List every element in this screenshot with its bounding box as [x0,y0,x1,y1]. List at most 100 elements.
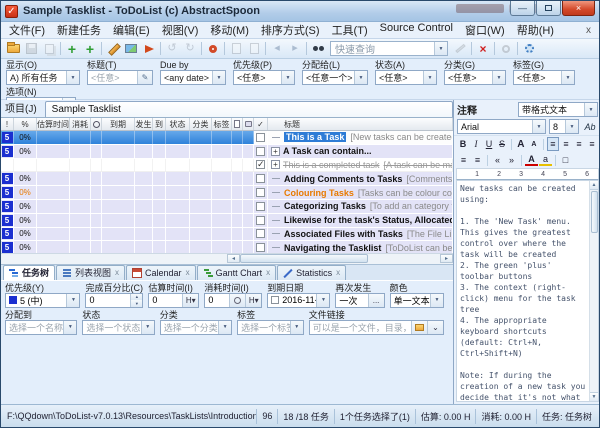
chevron-down-icon[interactable]: ▼ [492,71,505,84]
column-header-到期[interactable]: 到期 [102,118,135,130]
chevron-down-icon[interactable]: ▼ [290,321,303,334]
flag-icon[interactable] [140,40,158,57]
vertical-scrollbar[interactable]: ▲ ▼ [589,181,598,401]
column-header-lock[interactable] [243,118,254,130]
undo-icon[interactable]: ↺ [163,40,181,57]
task-checkbox[interactable] [256,133,265,142]
menubar-close-icon[interactable]: x [580,25,597,36]
chevron-down-icon[interactable]: ▼ [281,71,294,84]
menu-item[interactable]: 移动(M) [204,21,255,39]
copy-icon[interactable] [40,40,58,57]
menu-item[interactable]: 视图(V) [156,21,205,39]
tab-close-icon[interactable]: x [186,268,190,277]
time-unit-button[interactable]: H▾ [182,294,198,307]
chevron-down-icon[interactable]: ▼ [584,103,597,116]
scroll-up-icon[interactable]: ▲ [590,181,599,190]
menu-item[interactable]: 窗口(W) [459,21,511,39]
image-icon[interactable] [122,40,140,57]
task-row[interactable]: 50%Adding Comments to Tasks[Comments are… [1,172,453,186]
menu-item[interactable]: 工具(T) [326,21,374,39]
font-size-select[interactable]: 8 ▼ [549,119,579,134]
fill-color-icon[interactable]: a [539,154,552,166]
column-header-%[interactable]: % [14,118,37,130]
table-header[interactable]: !%估算时间消耗到期发生到状态分类标签✓标题 [1,117,453,131]
chevron-down-icon[interactable]: ▼ [430,294,443,307]
tab-任务树[interactable]: 任务树 [3,265,55,280]
spinner[interactable]: ▲▼ [130,294,142,307]
chevron-down-icon[interactable]: ▼ [354,71,367,84]
menu-item[interactable]: 编辑(E) [107,21,156,39]
column-header-✓[interactable]: ✓ [254,118,268,130]
chevron-down-icon[interactable]: ▼ [434,42,447,55]
view-link-button[interactable]: ⌄ [427,321,443,334]
font-style-button[interactable]: Ab [582,120,598,134]
filter-select[interactable]: <任意一个>▼ [302,70,368,85]
task-checkbox[interactable] [256,229,265,238]
shrink-font-icon[interactable]: A [528,137,540,151]
comments-text[interactable]: New tasks can be created using: 1. The '… [460,183,587,401]
attribute-field-select[interactable]: 选择一个分类▼ [160,320,232,335]
tab-列表视图[interactable]: 列表视图x [56,265,125,280]
attribute-field-recur[interactable]: 一次... [335,293,384,308]
attribute-field-filelink[interactable]: 可以是一个文件，目录，网址，邮件或任务树⌄ [309,320,444,335]
maximize-tasklist-icon[interactable] [227,40,245,57]
grow-font-icon[interactable]: A [515,137,527,151]
back-icon[interactable]: ◂ [268,40,286,57]
chevron-down-icon[interactable]: ▼ [423,71,436,84]
paste-special-icon[interactable]: □ [559,153,572,167]
filter-title-input[interactable]: <任意>✎ [87,70,153,85]
time-track-icon[interactable] [497,40,515,57]
attribute-field-select[interactable]: 选择一个状态▼ [82,320,154,335]
column-header-标签[interactable]: 标签 [212,118,232,130]
tab-Statistics[interactable]: Statisticsx [277,265,346,280]
quick-search-input[interactable]: 快速查询 ▼ [330,41,448,56]
preferences-icon[interactable] [520,40,538,57]
chevron-down-icon[interactable]: ▼ [316,294,329,307]
task-checkbox[interactable] [256,188,265,197]
chevron-down-icon[interactable]: ▼ [63,321,76,334]
bold-icon[interactable]: B [457,137,469,151]
attribute-field-spin[interactable]: 0▲▼ [85,293,143,308]
numbered-list-icon[interactable]: ≡ [471,153,484,167]
menu-item[interactable]: 帮助(H) [511,21,560,39]
filter-select[interactable]: <任意>▼ [233,70,295,85]
tab-Gantt Chart[interactable]: Gantt Chartx [197,265,277,280]
filter-select[interactable]: <任意>▼ [375,70,437,85]
font-color-icon[interactable]: A [525,154,538,166]
task-checkbox[interactable] [256,147,265,156]
recurrence-button[interactable]: ... [368,294,384,307]
tab-close-icon[interactable]: x [266,268,270,277]
attribute-field-select[interactable]: 选择一个名称▼ [5,320,77,335]
scroll-right-icon[interactable]: ▸ [440,254,453,263]
attribute-field-select[interactable]: 选择一个标签▼ [237,320,304,335]
task-row[interactable]: 50%Associated Files with Tasks[The File … [1,228,453,242]
align-center-icon[interactable]: ≡ [560,137,572,151]
menu-item[interactable]: 文件(F) [3,21,51,39]
font-name-select[interactable]: Arial ▼ [457,119,546,134]
chevron-down-icon[interactable]: ▼ [66,294,79,307]
bullet-list-icon[interactable]: ≡ [457,153,470,167]
align-justify-icon[interactable]: ≡ [586,137,598,151]
menu-item[interactable]: 新建任务 [51,21,107,39]
italic-icon[interactable]: I [470,137,482,151]
task-checkbox[interactable] [256,174,265,183]
task-row[interactable]: 50%This is a Task[New tasks can be creat… [1,131,453,145]
open-folder-icon[interactable] [4,40,22,57]
column-header-消耗[interactable]: 消耗 [70,118,91,130]
time-track-icon[interactable] [229,294,245,307]
tab-Calendar[interactable]: Calendarx [126,265,196,280]
tab-close-icon[interactable]: x [336,268,340,277]
save-icon[interactable] [22,40,40,57]
task-row[interactable]: 50%+A Task can contain... [1,145,453,159]
column-header-到[interactable]: 到 [153,118,166,130]
redo-icon[interactable]: ↻ [181,40,199,57]
filter-select[interactable]: A) 所有任务▼ [6,70,80,85]
column-header-分类[interactable]: 分类 [190,118,212,130]
tasklist-tab[interactable]: Sample Tasklist [45,101,453,117]
scrollbar-thumb[interactable] [240,254,368,263]
delete-icon[interactable]: × [474,40,492,57]
filter-select[interactable]: <any date>▼ [160,70,226,85]
task-row[interactable]: 50%Navigating the Tasklist[ToDoList can … [1,241,453,252]
chevron-down-icon[interactable]: ▼ [218,321,231,334]
task-row[interactable]: 50%Likewise for the task's Status, Alloc… [1,214,453,228]
